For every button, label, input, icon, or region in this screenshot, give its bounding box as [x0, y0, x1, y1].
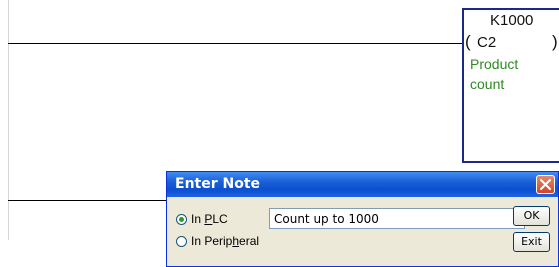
enter-note-dialog: Enter Note In PLC In Peripheral Count up…	[166, 171, 559, 267]
left-power-rail	[8, 0, 9, 240]
radio-label-prefix: In Perip	[191, 234, 233, 248]
counter-coil-instruction[interactable]: K1000 ( C2 ) Product count	[462, 8, 559, 163]
radio-in-plc[interactable]: In PLC	[176, 212, 228, 226]
close-button[interactable]	[536, 175, 555, 194]
radio-label-suffix: eral	[239, 234, 260, 248]
rung-line-bottom	[8, 200, 168, 201]
ok-button[interactable]: OK	[513, 206, 550, 226]
radio-label-prefix: In	[191, 212, 205, 226]
close-icon	[540, 179, 551, 190]
coil-open-bracket: (	[465, 32, 471, 51]
radio-label-suffix: LC	[212, 212, 228, 226]
dialog-titlebar[interactable]: Enter Note	[167, 172, 558, 197]
counter-preset-value: K1000	[490, 12, 534, 29]
rung-line-top	[8, 43, 462, 44]
counter-address: C2	[477, 34, 497, 51]
device-comment-line-1: Product	[470, 56, 519, 72]
dialog-title: Enter Note	[175, 176, 261, 192]
radio-in-peripheral[interactable]: In Peripheral	[176, 234, 259, 248]
note-text-field[interactable]: Count up to 1000	[269, 208, 525, 229]
radio-button-checked[interactable]	[176, 214, 187, 225]
exit-button[interactable]: Exit	[513, 232, 550, 252]
coil-close-bracket: )	[552, 32, 558, 51]
radio-button-unchecked[interactable]	[176, 236, 187, 247]
device-comment-line-2: count	[470, 76, 505, 92]
device-comment: Product count	[470, 54, 518, 94]
